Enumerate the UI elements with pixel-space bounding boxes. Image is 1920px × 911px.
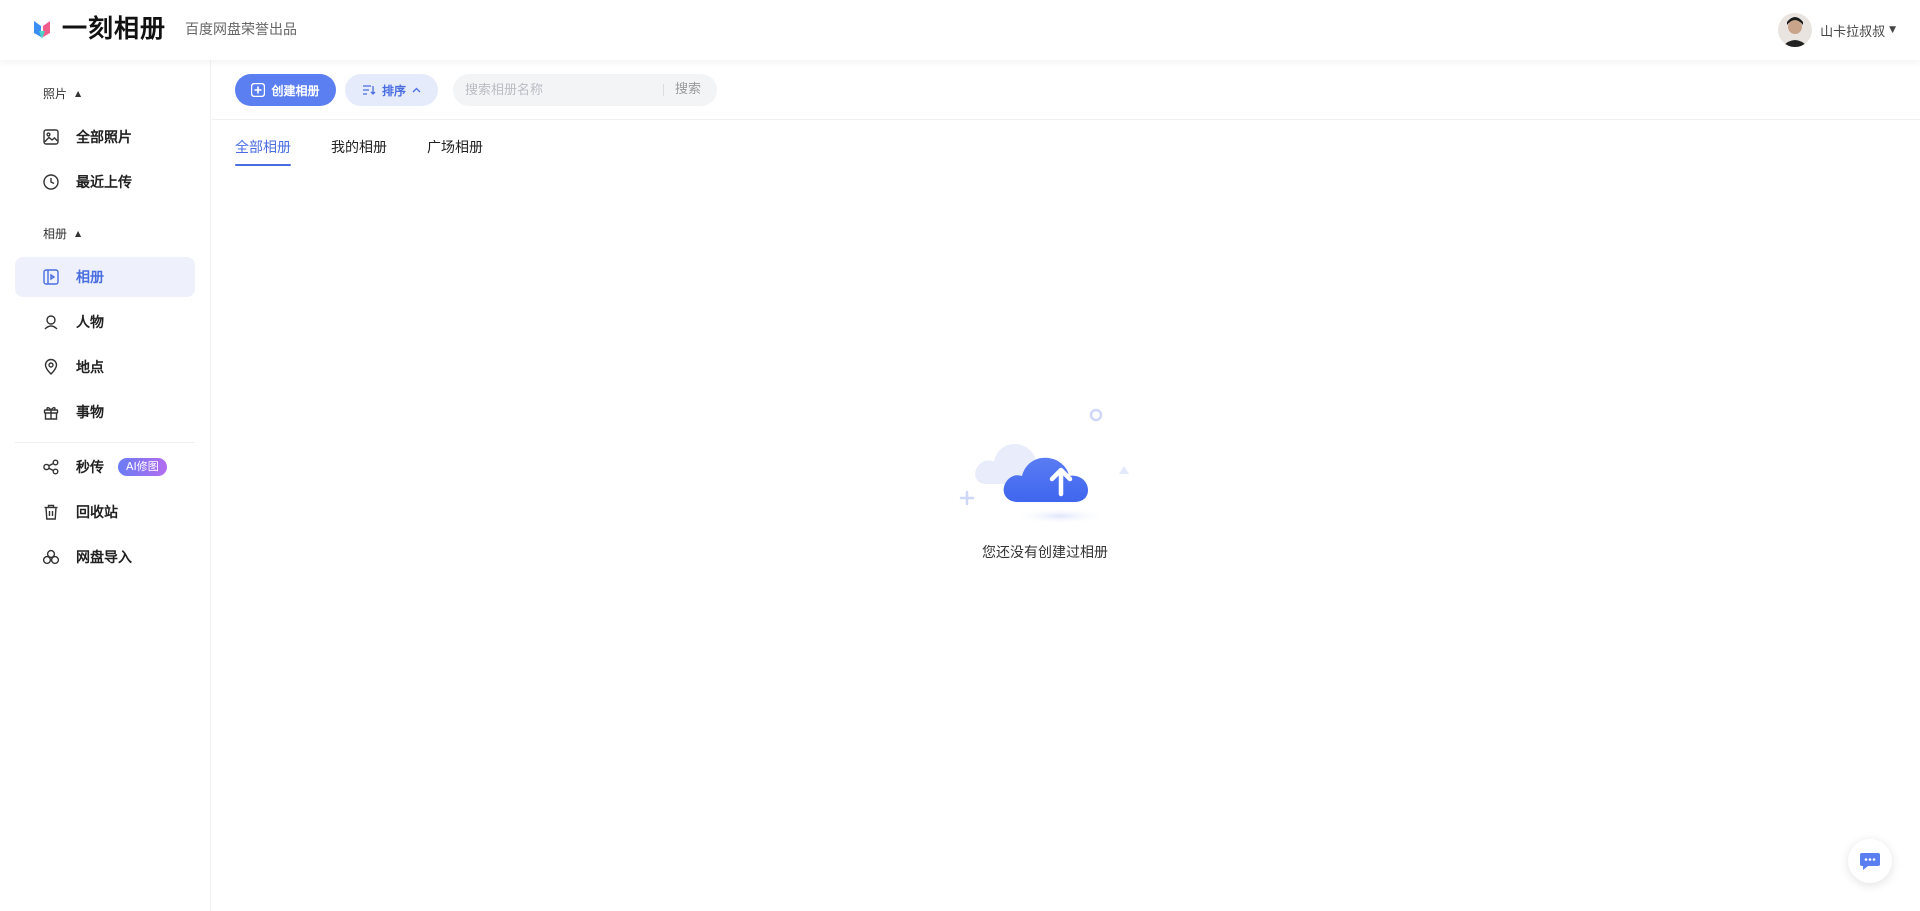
triangle-up-icon: ▲ [75, 229, 82, 238]
app-logo-icon[interactable] [32, 17, 52, 41]
sidebar-divider [15, 442, 195, 443]
tab-square-albums[interactable]: 广场相册 [427, 138, 483, 158]
username[interactable]: 山卡拉叔叔 [1820, 21, 1885, 40]
tab-my-albums[interactable]: 我的相册 [331, 138, 387, 158]
avatar[interactable] [1778, 13, 1813, 47]
sidebar: 照片 ▲ 全部照片 最近上传 相册 ▲ 相册 人物 地点 事物 秒传 AI修图 … [0, 60, 211, 911]
plus-square-icon [251, 83, 266, 97]
sidebar-item-label: 事物 [76, 405, 104, 421]
section-label: 相册 [43, 227, 68, 241]
sidebar-item-things[interactable]: 事物 [15, 392, 195, 432]
toolbar: 创建相册 排序 搜索 [212, 60, 1920, 120]
search-button[interactable]: 搜索 [675, 74, 701, 106]
empty-state-message: 您还没有创建过相册 [982, 545, 1108, 561]
sidebar-item-all-photos[interactable]: 全部照片 [15, 117, 195, 157]
sidebar-item-places[interactable]: 地点 [15, 347, 195, 387]
sort-label: 排序 [381, 83, 406, 98]
section-label: 照片 [43, 87, 68, 101]
sidebar-section-albums[interactable]: 相册 ▲ [43, 225, 81, 242]
gift-icon [42, 403, 60, 421]
sidebar-item-albums[interactable]: 相册 [15, 257, 195, 297]
sidebar-item-label: 地点 [76, 360, 104, 376]
sort-icon [362, 85, 376, 95]
sidebar-item-label: 全部照片 [76, 130, 132, 146]
feedback-chat-button[interactable] [1848, 839, 1892, 883]
sidebar-item-label: 秒传 [76, 460, 104, 476]
user-menu[interactable]: 山卡拉叔叔 ▼ [1778, 13, 1896, 47]
ai-retouch-badge[interactable]: AI修图 [118, 458, 167, 476]
create-album-label: 创建相册 [271, 83, 320, 98]
tab-active-indicator [235, 164, 291, 166]
create-album-button[interactable]: 创建相册 [235, 74, 336, 106]
top-header: 一刻相册 百度网盘荣誉出品 山卡拉叔叔 ▼ [0, 0, 1920, 60]
tab-all-albums[interactable]: 全部相册 [235, 138, 291, 158]
person-icon [42, 313, 60, 331]
chevron-down-icon[interactable]: ▼ [1889, 25, 1896, 35]
album-icon [42, 268, 60, 286]
sidebar-item-label: 回收站 [76, 505, 118, 521]
chat-bubble-icon [1860, 853, 1880, 870]
sidebar-item-label: 相册 [76, 270, 104, 286]
trash-icon [42, 503, 60, 521]
share-nodes-icon [42, 458, 60, 476]
brand-subtitle: 百度网盘荣誉出品 [185, 22, 297, 38]
search-box: 搜索 [453, 74, 717, 106]
sidebar-item-instant-transfer[interactable]: 秒传 AI修图 [15, 447, 195, 487]
clock-icon [42, 173, 60, 191]
sidebar-item-recycle-bin[interactable]: 回收站 [15, 492, 195, 532]
brand-name[interactable]: 一刻相册 [62, 12, 166, 46]
sidebar-item-label: 最近上传 [76, 175, 132, 191]
search-input[interactable] [465, 74, 661, 106]
sort-button[interactable]: 排序 [345, 74, 438, 106]
location-pin-icon [42, 358, 60, 376]
sidebar-item-people[interactable]: 人物 [15, 302, 195, 342]
image-icon [42, 128, 60, 146]
sidebar-item-label: 人物 [76, 315, 104, 331]
chevron-up-icon [412, 87, 421, 93]
triangle-up-icon: ▲ [75, 89, 82, 98]
cloud-upload-illustration-icon [959, 408, 1129, 524]
search-divider [663, 84, 664, 96]
sidebar-item-recent-uploads[interactable]: 最近上传 [15, 162, 195, 202]
sidebar-section-photos[interactable]: 照片 ▲ [43, 85, 81, 102]
